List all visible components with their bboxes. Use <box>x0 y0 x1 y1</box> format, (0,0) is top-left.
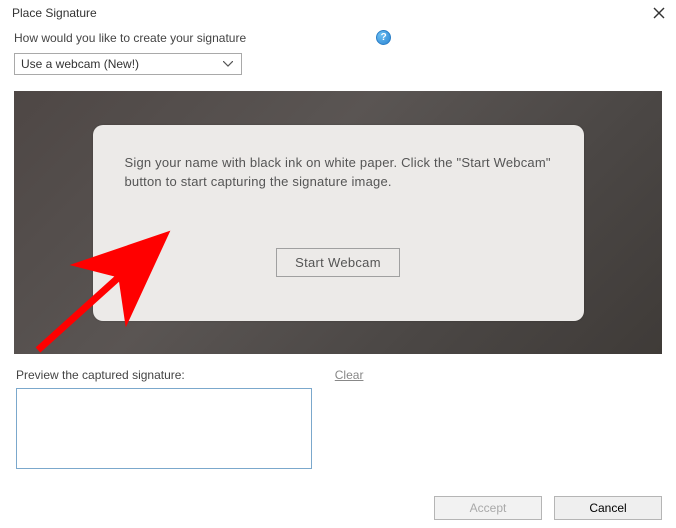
start-webcam-button[interactable]: Start Webcam <box>276 248 400 277</box>
webcam-preview-area: Sign your name with black ink on white p… <box>14 91 662 354</box>
close-icon[interactable] <box>652 6 666 20</box>
accept-button: Accept <box>434 496 542 520</box>
title-bar: Place Signature <box>0 0 676 24</box>
method-section: How would you like to create your signat… <box>0 24 676 77</box>
prompt-label: How would you like to create your signat… <box>14 31 246 45</box>
preview-box <box>16 388 312 469</box>
dialog-title: Place Signature <box>12 6 97 20</box>
cancel-button[interactable]: Cancel <box>554 496 662 520</box>
preview-header: Preview the captured signature: Clear <box>0 354 676 386</box>
help-icon[interactable]: ? <box>376 30 391 45</box>
instruction-panel: Sign your name with black ink on white p… <box>93 125 584 321</box>
dialog-footer: Accept Cancel <box>434 496 662 520</box>
prompt-row: How would you like to create your signat… <box>14 30 662 45</box>
dropdown-selected: Use a webcam (New!) <box>21 57 139 71</box>
method-dropdown[interactable]: Use a webcam (New!) <box>14 53 242 75</box>
chevron-down-icon <box>219 54 237 74</box>
preview-label: Preview the captured signature: <box>16 368 185 382</box>
clear-link[interactable]: Clear <box>335 368 364 382</box>
instruction-text: Sign your name with black ink on white p… <box>125 153 552 192</box>
